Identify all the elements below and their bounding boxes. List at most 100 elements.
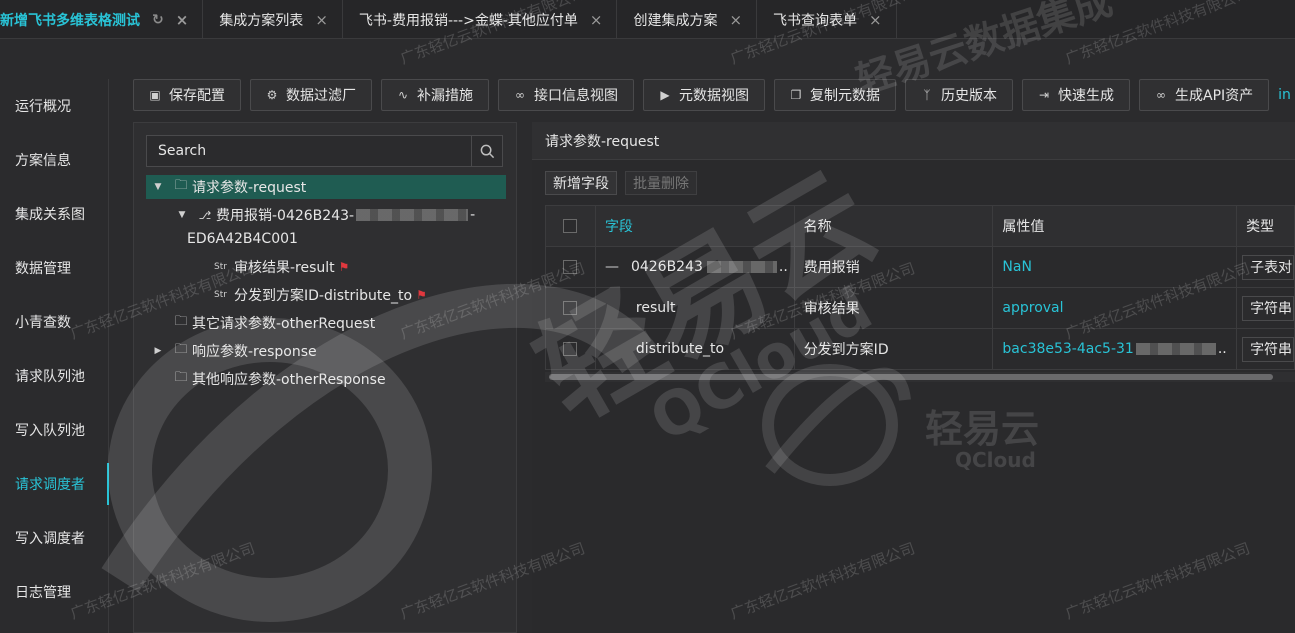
close-icon[interactable]: × bbox=[590, 11, 603, 29]
tab-label: 集成方案列表 bbox=[219, 12, 304, 29]
link-icon: ∞ bbox=[1156, 88, 1166, 102]
tree-node-response[interactable]: ▶ 🗀 响应参数-response bbox=[146, 339, 506, 363]
save-config-button[interactable]: ▣ 保存配置 bbox=[133, 79, 241, 111]
history-version-button[interactable]: ᛉ 历史版本 bbox=[905, 79, 1013, 111]
table-row[interactable]: distribute_to 分发到方案ID bac38e53-4ac5-31 .… bbox=[546, 329, 1295, 370]
caret-down-icon[interactable]: ▼ bbox=[170, 210, 194, 220]
save-icon: ▣ bbox=[149, 88, 161, 102]
tab-new-feishu-table-test[interactable]: 新增飞书多维表格测试 ↻ × bbox=[0, 0, 204, 38]
tree-node-distribute-to[interactable]: Str 分发到方案ID-distribute_to ⚑ bbox=[146, 283, 506, 307]
field-cell: 0426B243 bbox=[630, 259, 703, 275]
column-header-field[interactable]: 字段 bbox=[595, 206, 795, 247]
button-label: 复制元数据 bbox=[810, 88, 880, 104]
add-field-button[interactable]: 新增字段 bbox=[545, 171, 617, 195]
search-box bbox=[146, 135, 503, 167]
row-checkbox[interactable] bbox=[563, 301, 578, 315]
tree-node-result[interactable]: Str 审核结果-result ⚑ bbox=[146, 255, 506, 279]
tab-feishu-expense-kingdee[interactable]: 飞书-费用报销--->金蝶-其他应付单 × bbox=[343, 0, 618, 38]
interface-view-button[interactable]: ∞ 接口信息视图 bbox=[498, 79, 634, 111]
sidebar-item-request-queue[interactable]: 请求队列池 bbox=[0, 349, 108, 403]
search-button[interactable] bbox=[471, 136, 502, 166]
hierarchy-icon: ⎇ bbox=[198, 208, 212, 222]
tree-node-label: 其它请求参数-otherRequest bbox=[192, 316, 376, 332]
tab-label: 飞书-费用报销--->金蝶-其他应付单 bbox=[358, 12, 578, 29]
value-cell[interactable]: bac38e53-4ac5-31 bbox=[1002, 341, 1133, 357]
row-checkbox[interactable] bbox=[563, 342, 578, 356]
sidebar-item-relation-graph[interactable]: 集成关系图 bbox=[0, 187, 108, 241]
quick-generate-button[interactable]: ⇥ 快速生成 bbox=[1022, 79, 1130, 111]
data-filter-button[interactable]: ⚙ 数据过滤厂 bbox=[250, 79, 372, 111]
column-header-type[interactable]: 类型 bbox=[1237, 206, 1295, 247]
copy-metadata-button[interactable]: ❐ 复制元数据 bbox=[774, 79, 896, 111]
scrollbar-thumb[interactable] bbox=[549, 374, 1273, 380]
sidebar-item-write-scheduler[interactable]: 写入调度者 bbox=[0, 511, 108, 565]
tree-node-other-request[interactable]: 🗀 其它请求参数-otherRequest bbox=[146, 311, 506, 335]
sidebar-item-plan-info[interactable]: 方案信息 bbox=[0, 133, 108, 187]
close-icon[interactable]: × bbox=[729, 11, 742, 29]
table-header: 字段 名称 属性值 类型 bbox=[546, 206, 1295, 247]
field-actions: 新增字段 批量删除 bbox=[545, 171, 697, 195]
link-icon: ∞ bbox=[515, 88, 525, 102]
button-label: 元数据视图 bbox=[679, 88, 749, 104]
name-cell: 分发到方案ID bbox=[794, 329, 994, 370]
tree-node-expense[interactable]: ▼ ⎇ 费用报销-0426B243- - bbox=[146, 203, 506, 227]
type-select[interactable]: 字符串 bbox=[1242, 295, 1294, 321]
tree-node-label: 请求参数-request bbox=[192, 180, 307, 196]
close-icon[interactable]: × bbox=[869, 11, 882, 29]
tab-feishu-query-form[interactable]: 飞书查询表单 × bbox=[757, 0, 897, 38]
caret-down-icon[interactable]: ▼ bbox=[146, 182, 170, 192]
caret-right-icon[interactable]: ▶ bbox=[146, 346, 170, 356]
field-cell: distribute_to bbox=[595, 329, 795, 370]
type-select[interactable]: 字符串 bbox=[1242, 336, 1294, 362]
branch-icon: ᛉ bbox=[923, 88, 931, 102]
column-header-value[interactable]: 属性值 bbox=[993, 206, 1238, 247]
export-icon: ⇥ bbox=[1038, 88, 1050, 102]
search-icon bbox=[480, 144, 494, 158]
close-icon[interactable]: × bbox=[176, 11, 189, 29]
tree-node-label: 其他响应参数-otherResponse bbox=[192, 372, 386, 388]
folder-icon: 🗀 bbox=[174, 342, 188, 357]
copy-icon: ❐ bbox=[790, 88, 802, 102]
metadata-view-button[interactable]: ▶ 元数据视图 bbox=[643, 79, 765, 111]
button-label: 保存配置 bbox=[169, 88, 225, 104]
table-row[interactable]: result 审核结果 approval 字符串 bbox=[546, 288, 1295, 329]
select-all-checkbox[interactable] bbox=[563, 219, 578, 233]
collapse-row-icon[interactable]: — bbox=[605, 259, 619, 275]
name-cell: 审核结果 bbox=[794, 288, 994, 329]
param-tree: ▼ 🗀 请求参数-request ▼ ⎇ 费用报销-0426B243- - ED… bbox=[146, 175, 506, 395]
button-label: 接口信息视图 bbox=[534, 88, 618, 104]
horizontal-scrollbar[interactable] bbox=[545, 372, 1295, 382]
refresh-icon[interactable]: ↻ bbox=[152, 12, 164, 28]
tab-label: 新增飞书多维表格测试 bbox=[0, 12, 140, 29]
flag-icon: ⚑ bbox=[338, 260, 350, 274]
sidebar-item-write-queue[interactable]: 写入队列池 bbox=[0, 403, 108, 457]
sidebar-item-log-management[interactable]: 日志管理 bbox=[0, 565, 108, 619]
tree-node-other-response[interactable]: 🗀 其他响应参数-otherResponse bbox=[146, 367, 506, 391]
sidebar-item-query-data[interactable]: 小青查数 bbox=[0, 295, 108, 349]
tab-create-integration[interactable]: 创建集成方案 × bbox=[617, 0, 758, 38]
redacted-block bbox=[706, 261, 777, 273]
generate-api-asset-button[interactable]: ∞ 生成API资产 bbox=[1139, 79, 1270, 111]
row-checkbox[interactable] bbox=[563, 260, 578, 274]
tab-integration-list[interactable]: 集成方案列表 × bbox=[203, 0, 343, 38]
batch-delete-button[interactable]: 批量删除 bbox=[625, 171, 697, 195]
field-detail-panel: 请求参数-request 新增字段 批量删除 字段 名称 属性值 类型 — 04… bbox=[532, 122, 1295, 633]
patch-measures-button[interactable]: ∿ 补漏措施 bbox=[381, 79, 489, 111]
search-input[interactable] bbox=[147, 136, 471, 166]
value-cell[interactable]: NaN bbox=[993, 247, 1238, 288]
sidebar-item-data-management[interactable]: 数据管理 bbox=[0, 241, 108, 295]
terminal-icon: ▶ bbox=[660, 88, 670, 102]
type-select[interactable]: 子表对 bbox=[1242, 254, 1295, 280]
sidebar-item-request-scheduler[interactable]: 请求调度者 bbox=[0, 457, 109, 511]
button-label: 补漏措施 bbox=[417, 88, 473, 104]
redacted-block bbox=[356, 209, 469, 221]
button-label: 数据过滤厂 bbox=[286, 88, 356, 104]
tree-node-expense-line2: ED6A42B4C001 bbox=[146, 227, 506, 251]
sidebar-item-overview[interactable]: 运行概况 bbox=[0, 79, 108, 133]
value-cell[interactable]: approval bbox=[993, 288, 1238, 329]
close-icon[interactable]: × bbox=[315, 11, 328, 29]
toolbar-overflow-link[interactable]: in bbox=[1278, 79, 1291, 111]
column-header-name[interactable]: 名称 bbox=[794, 206, 994, 247]
tree-node-request[interactable]: ▼ 🗀 请求参数-request bbox=[146, 175, 506, 199]
table-row[interactable]: — 0426B243 .. 费用报销 NaN 子表对 bbox=[546, 247, 1295, 288]
